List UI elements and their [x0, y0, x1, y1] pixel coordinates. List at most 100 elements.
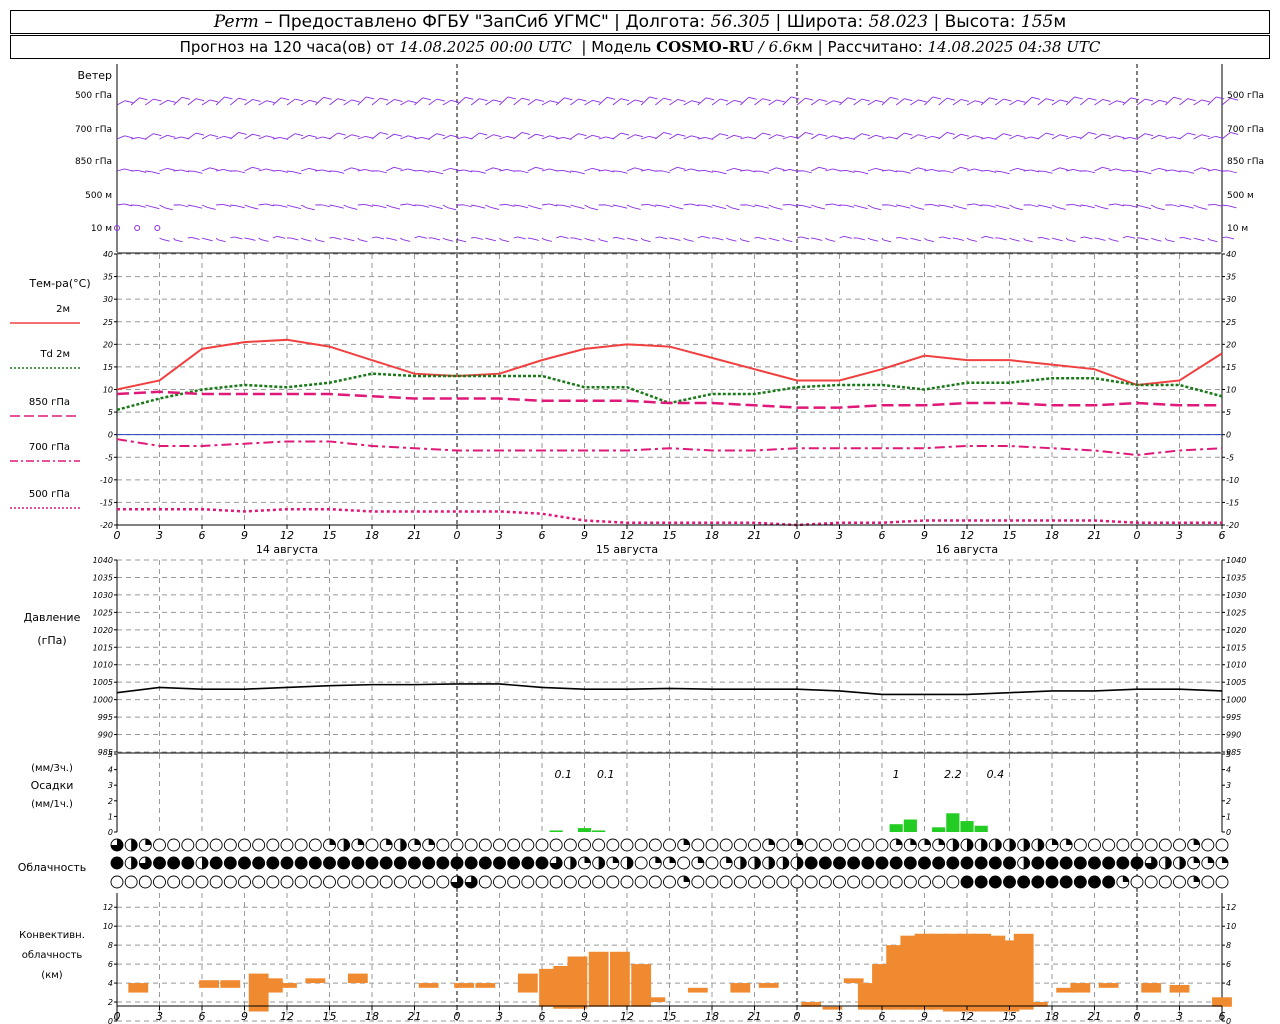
wind-barb-flag-icon-1-38 [663, 132, 672, 135]
wind-barb-icon-3-16 [343, 204, 350, 208]
wind-barb-flag-icon-4-78 [1225, 236, 1235, 240]
wind-barb-icon-0-15 [329, 98, 338, 106]
wind-barb-flag-icon-1-53 [875, 134, 884, 138]
convective-bar-10 [475, 983, 496, 988]
cloud-fill-icon-1-66 [1046, 857, 1058, 869]
wind-barb-icon-0-5 [187, 98, 197, 106]
precip-bar-0 [549, 830, 563, 832]
cloud-fill-icon-0-19 [386, 839, 393, 845]
wind-barb-flag-icon-0-15 [337, 98, 346, 102]
wind-barb-flag-icon-3-18 [378, 205, 387, 209]
wind-barb-flag-icon-2-24 [464, 169, 473, 173]
conv-axis-hour-label-11: 9 [581, 1010, 588, 1023]
convective-bar-2 [220, 980, 241, 988]
wind-barb-flag-icon-2-26 [492, 167, 502, 171]
wind-barb-icon-3-32 [570, 204, 577, 208]
wind-barb-icon-0-71 [1122, 97, 1132, 106]
wind-barb-icon-2-26 [485, 167, 494, 172]
wind-barb-icon-1-48 [796, 132, 806, 140]
wind-barb-flag-icon-4-45 [758, 237, 767, 240]
wind-barb-flag-icon-3-57 [931, 203, 940, 207]
wind-barb-flag-icon-3-62 [1001, 206, 1010, 210]
cloud-fill-icon-2-63 [1003, 876, 1016, 888]
ytick-label-right-precip-4: 4 [1226, 766, 1231, 775]
wind-barb-icon-1-45 [754, 132, 763, 140]
wind-barb-flag-icon-2-57 [931, 168, 940, 172]
wind-barb-flag-icon-0-49 [819, 99, 828, 102]
cloud-fill-icon-2-64 [1017, 876, 1030, 888]
cloud-cover-icon-0-6 [195, 838, 209, 852]
wind-barb-flag-icon-1-51 [846, 136, 855, 140]
temp-legend-label-1: Td 2м [39, 349, 70, 360]
cloud-cover-icon-2-5 [181, 875, 195, 889]
wind-barb-icon-4-77 [1207, 237, 1210, 240]
wind-barb-flag-icon-0-45 [762, 98, 771, 102]
ytick-label-left-temp-35: 35 [103, 273, 113, 282]
wind-barb-icon-2-72 [1136, 170, 1144, 173]
wind-barb-flag-icon-2-35 [619, 170, 628, 174]
wind-barb-icon-3-58 [938, 204, 946, 207]
wind-barb-flag-icon-0-16 [351, 99, 360, 103]
calm-wind-icon-2 [154, 225, 161, 231]
wind-barb-icon-4-36 [626, 237, 630, 240]
wind-barb-flag-icon-3-40 [690, 203, 699, 207]
wind-barb-icon-2-56 [910, 167, 919, 172]
wind-barb-flag-icon-2-73 [1158, 167, 1167, 171]
wind-barb-flag-icon-2-37 [648, 168, 657, 172]
conv-axis-hour-label-23: 21 [1088, 1010, 1102, 1023]
wind-barb-flag-icon-4-25 [474, 237, 483, 240]
convective-bar-41 [1141, 983, 1162, 993]
wind-level-right-2: 850 гПа [1227, 157, 1264, 167]
temp-axis-hour-label-10: 6 [539, 529, 546, 542]
cloud-fill-icon-1-23 [436, 857, 449, 869]
cloud-cover-icon-0-53 [861, 838, 875, 852]
cloud-cover-icon-2-38 [648, 875, 662, 889]
cloud-cover-icon-1-40 [677, 856, 691, 870]
wind-barb-flag-icon-4-64 [1024, 239, 1033, 243]
wind-barb-icon-4-66 [1051, 237, 1055, 240]
wind-barb-icon-4-14 [314, 237, 317, 241]
wind-barb-icon-1-65 [1037, 132, 1047, 140]
wind-barb-icon-1-52 [853, 133, 862, 140]
wind-barb-flag-icon-4-20 [402, 238, 411, 242]
wind-barb-flag-icon-2-55 [902, 170, 911, 174]
wind-barb-icon-4-4 [173, 237, 176, 241]
wind-barb-flag-icon-0-33 [592, 99, 601, 103]
wind-level-left-0: 500 гПа [75, 91, 112, 101]
cloud-cover-icon-2-35 [606, 875, 620, 889]
cloud-fill-icon-1-46 [768, 857, 775, 869]
conv-axis-hour-label-15: 21 [748, 1010, 762, 1023]
wind-barb-flag-icon-4-39 [672, 237, 681, 241]
temp-axis-hour-label-21: 15 [1003, 529, 1017, 542]
wind-barb-flag-icon-4-16 [346, 238, 355, 242]
wind-barb-flag-icon-1-70 [1116, 135, 1125, 139]
wind-barb-flag-icon-2-27 [506, 168, 515, 172]
wind-level-left-3: 500 м [85, 191, 112, 201]
wind-barb-flag-icon-4-35 [616, 237, 625, 240]
wind-barb-flag-icon-2-36 [634, 167, 643, 171]
convective-bar-9 [454, 983, 474, 988]
wind-barb-icon-2-9 [244, 166, 253, 172]
ytick-label-left-pressure-990: 990 [98, 731, 113, 740]
wind-barb-icon-0-48 [796, 97, 806, 106]
cloud-cover-icon-0-12 [280, 838, 294, 852]
wind-barb-icon-1-18 [371, 132, 381, 140]
wind-barb-icon-3-55 [896, 204, 903, 207]
cloud-fill-icon-1-60 [961, 857, 973, 869]
cloud-fill-icon-2-61 [975, 876, 988, 888]
cloud-cover-icon-2-51 [833, 875, 846, 889]
convective-bar-6 [305, 978, 326, 984]
wind-barb-flag-icon-4-14 [316, 239, 325, 243]
wind-barb-flag-icon-3-32 [576, 206, 585, 210]
wind-barb-flag-icon-3-30 [549, 203, 558, 207]
wind-barb-icon-4-5 [187, 237, 192, 239]
wind-barb-flag-icon-1-15 [337, 132, 346, 136]
wind-barb-flag-icon-4-23 [444, 238, 454, 242]
convective-bar-8 [418, 983, 439, 988]
wind-barb-icon-3-67 [1066, 203, 1074, 206]
wind-barb-icon-4-46 [768, 237, 772, 240]
wind-barb-flag-icon-4-43 [728, 238, 737, 242]
wind-barb-flag-icon-3-16 [349, 207, 358, 210]
wind-barb-flag-icon-2-46 [776, 167, 785, 171]
cloud-cover-icon-0-44 [733, 838, 747, 852]
